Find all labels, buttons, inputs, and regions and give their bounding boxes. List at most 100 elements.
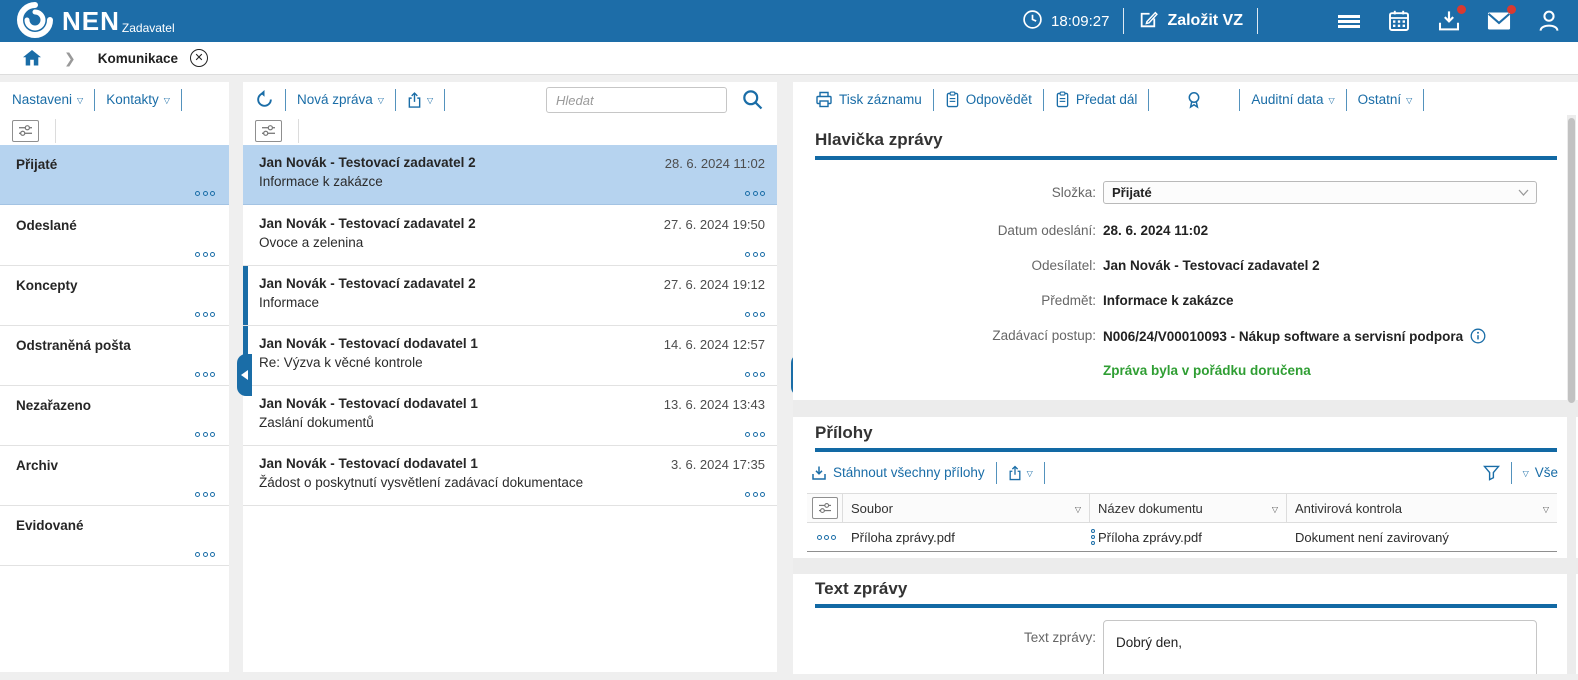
message-row[interactable]: Jan Novák - Testovací zadavatel 2 Inform… <box>243 145 777 205</box>
more-options-icon[interactable] <box>743 312 765 317</box>
toolbar-divider <box>932 88 934 111</box>
message-text-area[interactable]: Dobrý den, <box>1103 620 1537 674</box>
more-options-icon[interactable] <box>193 191 215 196</box>
export-icon[interactable] <box>407 91 422 109</box>
forward-button[interactable]: Předat dál <box>1076 92 1138 107</box>
reply-icon <box>945 91 960 108</box>
info-icon[interactable] <box>1470 328 1486 344</box>
more-options-icon[interactable] <box>193 492 215 497</box>
more-options-icon[interactable] <box>193 372 215 377</box>
view-settings-icon[interactable] <box>811 497 838 519</box>
forward-icon <box>1055 91 1070 108</box>
attachments-toolbar: Stáhnout všechny přílohy Vše <box>793 457 1578 488</box>
breadcrumb-chevron-icon: ❯ <box>64 49 76 66</box>
folder-item-evidovane[interactable]: Evidované <box>0 506 229 566</box>
attachments-table: Soubor Název dokumentu Antivirová kontro… <box>807 493 1557 552</box>
chevron-down-icon <box>1406 92 1412 107</box>
contacts-menu[interactable]: Kontakty <box>106 92 159 107</box>
antivirus-cell: Dokument není zavirovaný <box>1295 529 1449 545</box>
more-options-icon[interactable] <box>743 252 765 257</box>
folder-item-nezarazeno[interactable]: Nezařazeno <box>0 386 229 446</box>
toolbar-divider <box>298 118 299 143</box>
collapse-left-panel-handle[interactable] <box>237 354 252 396</box>
section-title-message-header: Hlavička zprávy <box>815 130 943 149</box>
download-all-button[interactable]: Stáhnout všechny přílohy <box>833 465 985 480</box>
reply-button[interactable]: Odpovědět <box>966 92 1032 107</box>
top-bar: NEN Zadavatel 18:09:27 Založit VZ <box>0 0 1578 42</box>
message-row[interactable]: Jan Novák - Testovací zadavatel 2 Ovoce … <box>243 206 777 266</box>
toolbar-divider <box>1345 88 1347 111</box>
toolbar-divider <box>444 88 446 111</box>
more-options-icon[interactable] <box>743 372 765 377</box>
more-options-icon[interactable] <box>743 492 765 497</box>
close-tab-icon[interactable]: ✕ <box>190 49 209 67</box>
search-icon[interactable] <box>742 89 763 113</box>
more-options-icon[interactable] <box>815 534 836 540</box>
folder-item-odeslane[interactable]: Odeslané <box>0 206 229 266</box>
message-text-label: Text zprávy: <box>1023 630 1096 645</box>
create-vz-button[interactable]: Založit VZ <box>1167 12 1243 30</box>
subject-value: Informace k zakázce <box>1103 293 1234 308</box>
chevron-down-icon <box>1523 465 1529 480</box>
settings-menu[interactable]: Nastaveni <box>12 92 72 107</box>
filter-icon[interactable] <box>1482 465 1500 481</box>
more-options-icon[interactable] <box>743 432 765 437</box>
nen-logo[interactable]: NEN Zadavatel <box>16 1 175 42</box>
attachment-row[interactable]: Příloha zprávy.pdf Příloha zprávy.pdf Do… <box>807 523 1557 552</box>
section-gap <box>793 400 1578 417</box>
message-list-toolbar: Nová zpráva <box>243 82 777 117</box>
more-options-icon[interactable] <box>193 312 215 317</box>
folder-item-odstranena-posta[interactable]: Odstraněná pošta <box>0 326 229 386</box>
message-row[interactable]: Jan Novák - Testovací dodavatel 1 Zaslán… <box>243 386 777 446</box>
more-options-icon[interactable] <box>193 432 215 437</box>
message-row[interactable]: Jan Novák - Testovací dodavatel 1 Re: Vý… <box>243 326 777 386</box>
search-input[interactable] <box>546 87 727 113</box>
sort-icon[interactable] <box>1272 501 1278 516</box>
folders-panel: Nastaveni Kontakty Přijaté Odeslané Konc… <box>0 82 229 672</box>
view-settings-icon[interactable] <box>12 119 39 142</box>
column-header-antivirus[interactable]: Antivirová kontrola <box>1287 494 1557 522</box>
more-options-icon[interactable] <box>193 252 215 257</box>
print-record-button[interactable]: Tisk záznamu <box>839 92 922 107</box>
sort-icon[interactable] <box>1543 501 1549 516</box>
menu-icon[interactable] <box>1336 8 1362 34</box>
certificate-icon[interactable] <box>1186 91 1202 109</box>
sort-icon[interactable] <box>1075 501 1081 516</box>
folder-item-archiv[interactable]: Archiv <box>0 446 229 506</box>
user-icon[interactable] <box>1536 8 1562 34</box>
folder-field-label: Složka: <box>1051 185 1096 200</box>
scrollbar-thumb[interactable] <box>1568 118 1575 403</box>
other-menu[interactable]: Ostatní <box>1358 92 1402 107</box>
calendar-icon[interactable] <box>1386 8 1412 34</box>
toolbar-divider <box>55 118 56 143</box>
column-header-file[interactable]: Soubor <box>843 494 1090 522</box>
column-header-doc-name[interactable]: Název dokumentu <box>1090 494 1287 522</box>
message-row[interactable]: Jan Novák - Testovací zadavatel 2 Inform… <box>243 266 777 326</box>
message-row[interactable]: Jan Novák - Testovací dodavatel 1 Žádost… <box>243 446 777 506</box>
folders-subtoolbar <box>0 117 229 144</box>
chevron-down-icon <box>77 92 83 107</box>
view-settings-icon[interactable] <box>255 119 282 142</box>
folder-item-koncepty[interactable]: Koncepty <box>0 266 229 326</box>
export-icon[interactable] <box>1008 465 1022 481</box>
folder-select[interactable]: Přijaté <box>1103 181 1537 204</box>
audit-data-menu[interactable]: Auditní data <box>1251 92 1323 107</box>
downloads-icon[interactable] <box>1436 5 1466 34</box>
procedure-value: N006/24/V00010093 - Nákup software a ser… <box>1103 328 1486 344</box>
refresh-icon[interactable] <box>255 90 274 109</box>
section-title-attachments: Přílohy <box>815 423 873 442</box>
more-options-icon[interactable] <box>193 552 215 557</box>
more-options-icon[interactable] <box>743 191 765 196</box>
new-message-button[interactable]: Nová zpráva <box>297 92 373 107</box>
home-icon[interactable] <box>22 49 42 67</box>
notification-badge <box>1507 5 1516 14</box>
breadcrumb-page-title[interactable]: Komunikace <box>98 51 178 66</box>
toolbar-divider <box>1423 88 1425 111</box>
toolbar-divider <box>1510 461 1512 484</box>
filter-all-button[interactable]: Vše <box>1535 465 1558 480</box>
breadcrumb: ❯ Komunikace ✕ <box>0 42 1578 75</box>
folder-item-prijate[interactable]: Přijaté <box>0 145 229 205</box>
mail-icon[interactable] <box>1486 5 1516 34</box>
scrollbar[interactable] <box>1567 115 1576 674</box>
file-cell[interactable]: Příloha zprávy.pdf <box>843 523 1095 551</box>
